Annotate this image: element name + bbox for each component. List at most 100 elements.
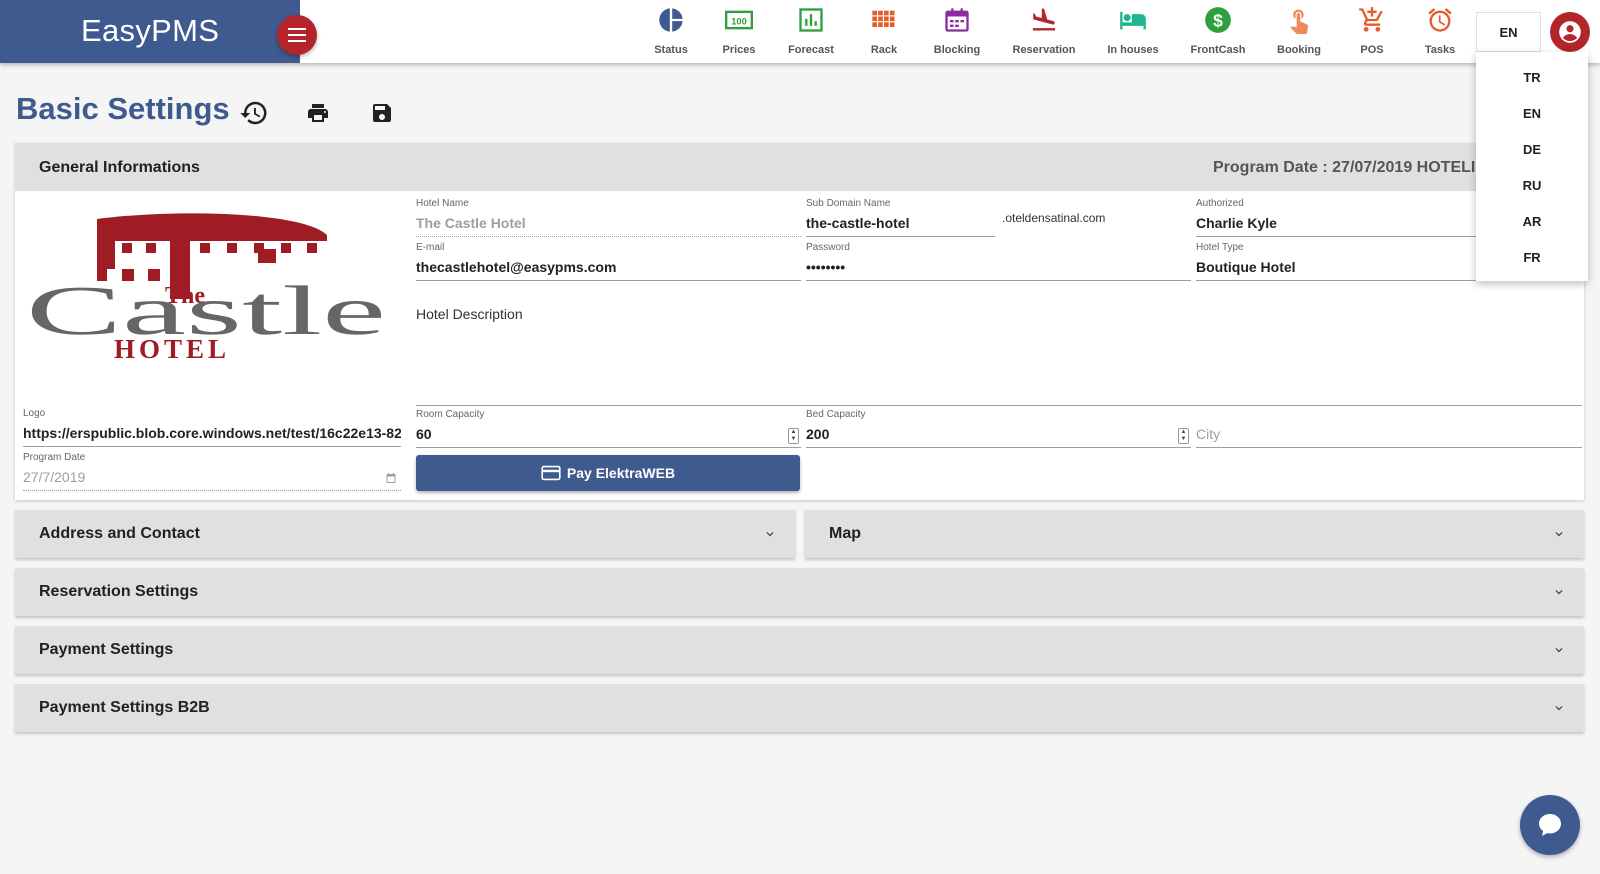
nav-blocking[interactable]: Blocking [917,0,997,63]
panel-title: Reservation Settings [39,583,199,600]
nav-frontcash[interactable]: $ FrontCash [1178,0,1258,63]
chevron-down-icon [1555,706,1563,711]
chevron-down-icon [766,532,774,537]
pie-chart-icon [659,8,683,32]
hotel-name-field[interactable]: Hotel Name The Castle Hotel [416,198,801,237]
logo-text-hotel: HOTEL [114,334,230,364]
language-option-fr[interactable]: FR [1476,240,1588,276]
panel-title: Payment Settings [39,641,174,658]
logo-url-value: https://erspublic.blob.core.windows.net/… [23,421,401,447]
nav-label: Rack [870,44,898,56]
chat-bubble-icon [1539,814,1561,836]
nav-label: Reservation [1012,44,1076,56]
cart-icon [1359,7,1383,32]
email-value: thecastlehotel@easypms.com [416,255,801,281]
panel-title: Map [829,525,861,542]
touch-icon [1290,9,1309,34]
field-label: Hotel Name [416,198,469,209]
brand-area: EasyPMS [0,0,300,63]
calendar-icon[interactable] [385,472,397,484]
field-label: E-mail [416,242,445,253]
bed-capacity-field[interactable]: Bed Capacity 200 ▲ ▼ [806,409,1191,448]
city-field[interactable]: City [1196,409,1582,448]
program-date-field[interactable]: Program Date 27/7/2019 [23,452,401,491]
nav-label: Tasks [1424,44,1456,56]
field-label: Sub Domain Name [806,198,891,209]
nav-tasks[interactable]: Tasks [1400,0,1480,63]
language-option-de[interactable]: DE [1476,132,1588,168]
nav-forecast[interactable]: Forecast [771,0,851,63]
nav-prices[interactable]: 100 Prices [699,0,779,63]
save-button[interactable] [367,98,397,128]
chat-button[interactable] [1520,795,1580,855]
hamburger-icon [288,28,306,42]
save-icon [373,104,391,122]
bed-icon [1120,11,1146,30]
password-field[interactable]: Password •••••••• [806,242,1191,281]
nav-in-houses[interactable]: In houses [1093,0,1173,63]
sub-domain-suffix: .oteldensatinal.com [1002,211,1106,225]
authorized-field[interactable]: Authorized Charlie Kyle [1196,198,1476,237]
field-label: Logo [23,408,46,419]
sub-domain-field[interactable]: Sub Domain Name the-castle-hotel [806,198,995,237]
dollar-icon: $ [1205,7,1231,33]
price-board-icon: 100 [725,10,753,30]
menu-button[interactable] [277,15,317,55]
email-field[interactable]: E-mail thecastlehotel@easypms.com [416,242,801,281]
language-option-tr[interactable]: TR [1476,60,1588,96]
payment-settings-panel[interactable]: Payment Settings [15,626,1584,674]
program-date-text: 27/7/2019 [23,469,86,485]
calendar-icon [945,8,969,32]
city-placeholder: City [1196,422,1582,448]
section-title: General Informations [39,159,200,176]
svg-text:100: 100 [731,17,747,27]
flight-land-icon [1032,8,1056,31]
nav-rack[interactable]: Rack [844,0,924,63]
nav-label: Prices [722,44,756,56]
general-informations-header[interactable]: General Informations Program Date : 27/0… [15,143,1584,191]
grid-icon [872,10,895,27]
payment-settings-b2b-panel[interactable]: Payment Settings B2B [15,684,1584,732]
hotel-type-field[interactable]: Hotel Type Boutique Hotel [1196,242,1476,281]
user-menu-button[interactable] [1550,12,1590,52]
map-panel[interactable]: Map [805,510,1584,558]
hotel-logo: The Castle HOTEL [26,213,386,364]
program-date-header: Program Date : 27/07/2019 HOTELID [1213,159,1487,176]
field-label: Program Date [23,452,86,463]
hotel-description-label: Hotel Description [416,306,523,322]
nav-booking[interactable]: Booking [1259,0,1339,63]
pay-elektraweb-button[interactable]: Pay ElektraWEB [416,455,800,491]
history-button[interactable] [239,98,269,128]
hotel-type-value: Boutique Hotel [1196,255,1476,281]
language-menu: TR EN DE RU AR FR [1476,52,1588,281]
field-label: Bed Capacity [806,409,866,420]
print-button[interactable] [303,98,333,128]
field-label: Password [806,242,850,253]
number-stepper-icon[interactable]: ▲ ▼ [1178,428,1189,444]
nav-label: Blocking [933,44,981,56]
pay-button-label: Pay ElektraWEB [566,465,676,481]
reservation-settings-panel[interactable]: Reservation Settings [15,568,1584,616]
language-button[interactable]: EN [1476,12,1541,52]
program-date-value: 27/7/2019 [23,465,401,491]
chevron-down-icon [1555,648,1563,653]
sub-domain-value: the-castle-hotel [806,211,995,237]
brand-name: EasyPMS [81,13,220,48]
language-option-ar[interactable]: AR [1476,204,1588,240]
room-capacity-field[interactable]: Room Capacity 60 ▲ ▼ [416,409,801,448]
hotel-description-textarea[interactable] [416,405,1582,406]
language-option-en[interactable]: EN [1476,96,1588,132]
nav-label: Booking [1277,44,1321,56]
panel-title: Payment Settings B2B [39,699,210,716]
nav-label: FrontCash [1190,44,1246,56]
logo-url-field[interactable]: Logo https://erspublic.blob.core.windows… [23,408,401,447]
language-option-ru[interactable]: RU [1476,168,1588,204]
nav-reservation[interactable]: Reservation [1004,0,1084,63]
print-icon [308,104,328,122]
nav-label: Forecast [788,44,834,56]
page-title: Basic Settings [16,91,230,126]
address-contact-panel[interactable]: Address and Contact [15,510,795,558]
bar-chart-icon [799,8,823,32]
history-icon [240,101,267,125]
number-stepper-icon[interactable]: ▲ ▼ [788,428,799,444]
